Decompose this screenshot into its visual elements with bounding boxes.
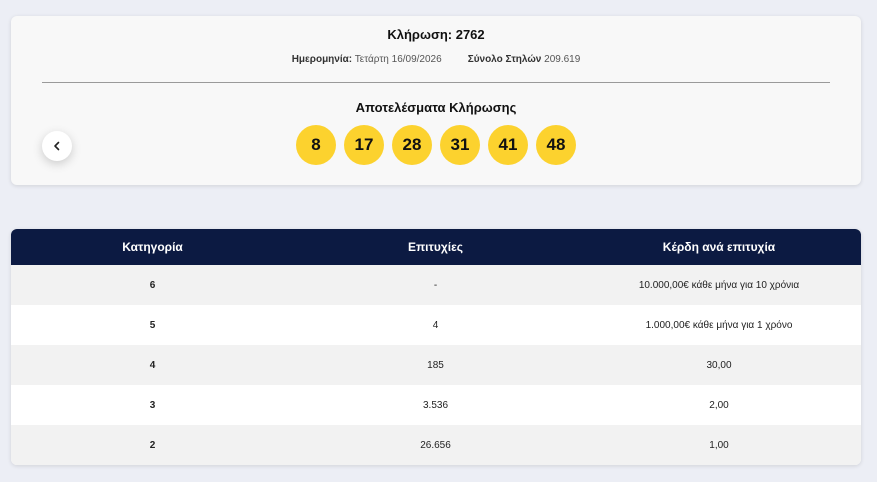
cell-prize: 30,00 (706, 359, 732, 371)
draw-date: Ημερομηνία: Τετάρτη 16/09/2026 (292, 54, 442, 65)
table-row: 5 4 1.000,00€ κάθε μήνα για 1 χρόνο (11, 305, 861, 345)
number-ball: 41 (488, 125, 528, 165)
table-header: Κατηγορία Επιτυχίες Κέρδη ανά επιτυχία (11, 229, 861, 265)
draw-date-value: Τετάρτη 16/09/2026 (354, 54, 442, 65)
draw-columns-value: 209.619 (544, 54, 581, 65)
draw-title: Κλήρωση: 2762 (387, 27, 485, 42)
header-prize: Κέρδη ανά επιτυχία (662, 240, 776, 254)
cell-prize: 1.000,00€ κάθε μήνα για 1 χρόνο (645, 319, 793, 331)
cell-winners: - (433, 279, 438, 291)
chevron-left-icon (54, 141, 60, 151)
cell-prize: 2,00 (709, 399, 729, 411)
table-row: 6 - 10.000,00€ κάθε μήνα για 10 χρόνια (11, 265, 861, 305)
prize-table: Κατηγορία Επιτυχίες Κέρδη ανά επιτυχία 6… (11, 229, 861, 465)
draw-meta: Ημερομηνία: Τετάρτη 16/09/2026 Σύνολο Στ… (11, 54, 861, 65)
number-ball: 28 (392, 125, 432, 165)
table-row: 2 26.656 1,00 (11, 425, 861, 465)
number-ball: 31 (440, 125, 480, 165)
table-row: 4 185 30,00 (11, 345, 861, 385)
cell-prize: 10.000,00€ κάθε μήνα για 10 χρόνια (638, 279, 800, 291)
cell-winners: 26.656 (420, 439, 451, 451)
divider (42, 82, 830, 83)
cell-winners: 4 (432, 319, 439, 331)
cell-category: 6 (149, 279, 156, 291)
cell-prize: 1,00 (709, 439, 729, 451)
previous-draw-button[interactable] (42, 131, 72, 161)
results-title: Αποτελέσματα Κλήρωσης (355, 100, 517, 115)
cell-winners: 3.536 (422, 399, 449, 411)
table-row: 3 3.536 2,00 (11, 385, 861, 425)
cell-winners: 185 (427, 359, 444, 371)
header-category: Κατηγορία (122, 240, 183, 254)
cell-category: 5 (149, 319, 156, 331)
cell-category: 3 (149, 399, 156, 411)
draw-date-label: Ημερομηνία: (291, 54, 353, 65)
number-ball: 8 (296, 125, 336, 165)
number-ball: 17 (344, 125, 384, 165)
table-body: 6 - 10.000,00€ κάθε μήνα για 10 χρόνια 5… (11, 265, 861, 465)
draw-columns: Σύνολο Στηλών 209.619 (468, 54, 581, 65)
winning-numbers: 8 17 28 31 41 48 (11, 125, 861, 165)
draw-columns-label: Σύνολο Στηλών (467, 54, 542, 65)
draw-card: Κλήρωση: 2762 Ημερομηνία: Τετάρτη 16/09/… (11, 16, 861, 185)
cell-category: 4 (149, 359, 156, 371)
header-winners: Επιτυχίες (407, 240, 464, 254)
cell-category: 2 (149, 439, 156, 451)
number-ball: 48 (536, 125, 576, 165)
